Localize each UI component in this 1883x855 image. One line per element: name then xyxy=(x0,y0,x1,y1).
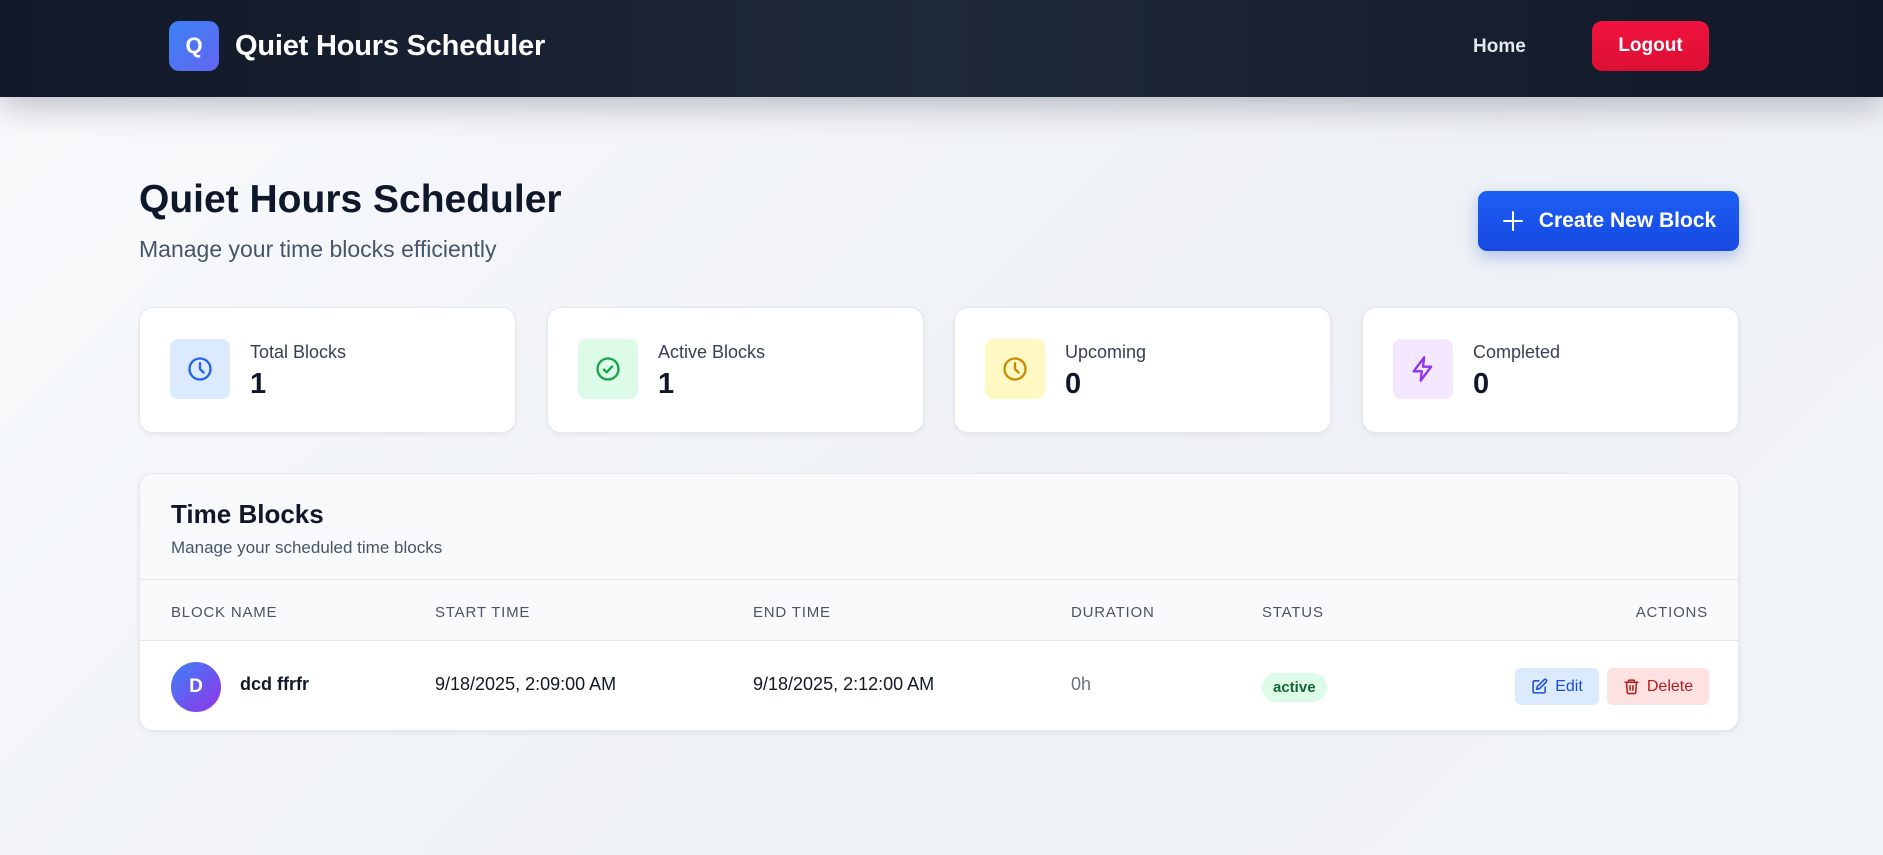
top-navbar: Q Quiet Hours Scheduler Home Logout xyxy=(0,0,1883,97)
column-header-duration: DURATION xyxy=(1071,604,1155,621)
brand-title: Quiet Hours Scheduler xyxy=(235,29,546,62)
edit-label: Edit xyxy=(1555,677,1583,695)
stat-label: Total Blocks xyxy=(250,342,347,362)
column-header-start-time: START TIME xyxy=(435,604,531,621)
end-time: 9/18/2025, 2:12:00 AM xyxy=(753,674,935,694)
plus-icon xyxy=(1501,209,1525,233)
edit-icon xyxy=(1532,678,1548,694)
table-title: Time Blocks xyxy=(171,499,324,529)
lightning-icon xyxy=(1393,339,1453,399)
column-header-actions: ACTIONS xyxy=(1635,604,1708,621)
time-blocks-card: Time Blocks Manage your scheduled time b… xyxy=(139,473,1739,731)
clock-icon xyxy=(170,339,230,399)
column-header-end-time: END TIME xyxy=(753,604,831,621)
table-card-header: Time Blocks Manage your scheduled time b… xyxy=(140,474,1738,580)
stat-label: Completed xyxy=(1473,342,1561,362)
column-header-status: STATUS xyxy=(1262,604,1324,621)
create-new-block-label: Create New Block xyxy=(1538,209,1717,232)
duration: 0h xyxy=(1071,674,1092,694)
stat-label: Upcoming xyxy=(1065,342,1147,362)
start-time: 9/18/2025, 2:09:00 AM xyxy=(435,674,617,694)
logout-button[interactable]: Logout xyxy=(1592,21,1709,71)
nav-home-link[interactable]: Home xyxy=(1473,36,1526,58)
stat-card-total-blocks: Total Blocks 1 xyxy=(139,307,516,433)
table-column-headers: BLOCK NAME START TIME END TIME DURATION … xyxy=(140,580,1738,641)
brand-logo: Q xyxy=(169,21,219,71)
stat-value: 1 xyxy=(250,368,267,400)
brand[interactable]: Q Quiet Hours Scheduler xyxy=(169,21,545,71)
block-name: dcd ffrfr xyxy=(240,674,309,694)
stat-card-upcoming: Upcoming 0 xyxy=(954,307,1331,433)
table-row: D dcd ffrfr 9/18/2025, 2:09:00 AM 9/18/2… xyxy=(140,641,1738,730)
edit-button[interactable]: Edit xyxy=(1515,668,1599,705)
check-circle-icon xyxy=(578,339,638,399)
delete-button[interactable]: Delete xyxy=(1607,668,1709,705)
stat-label: Active Blocks xyxy=(658,342,766,362)
stat-card-active-blocks: Active Blocks 1 xyxy=(547,307,924,433)
page-subtitle: Manage your time blocks efficiently xyxy=(139,236,497,262)
clock-icon xyxy=(985,339,1045,399)
stat-value: 0 xyxy=(1473,368,1490,400)
stat-value: 1 xyxy=(658,368,675,400)
avatar: D xyxy=(171,662,221,712)
stat-value: 0 xyxy=(1065,368,1082,400)
delete-label: Delete xyxy=(1646,677,1694,695)
column-header-block-name: BLOCK NAME xyxy=(171,604,278,621)
page-title: Quiet Hours Scheduler xyxy=(139,178,562,221)
stat-card-completed: Completed 0 xyxy=(1362,307,1739,433)
table-subtitle: Manage your scheduled time blocks xyxy=(171,538,443,557)
create-new-block-button[interactable]: Create New Block xyxy=(1478,191,1739,251)
trash-icon xyxy=(1624,679,1639,695)
status-badge: active xyxy=(1262,673,1327,702)
